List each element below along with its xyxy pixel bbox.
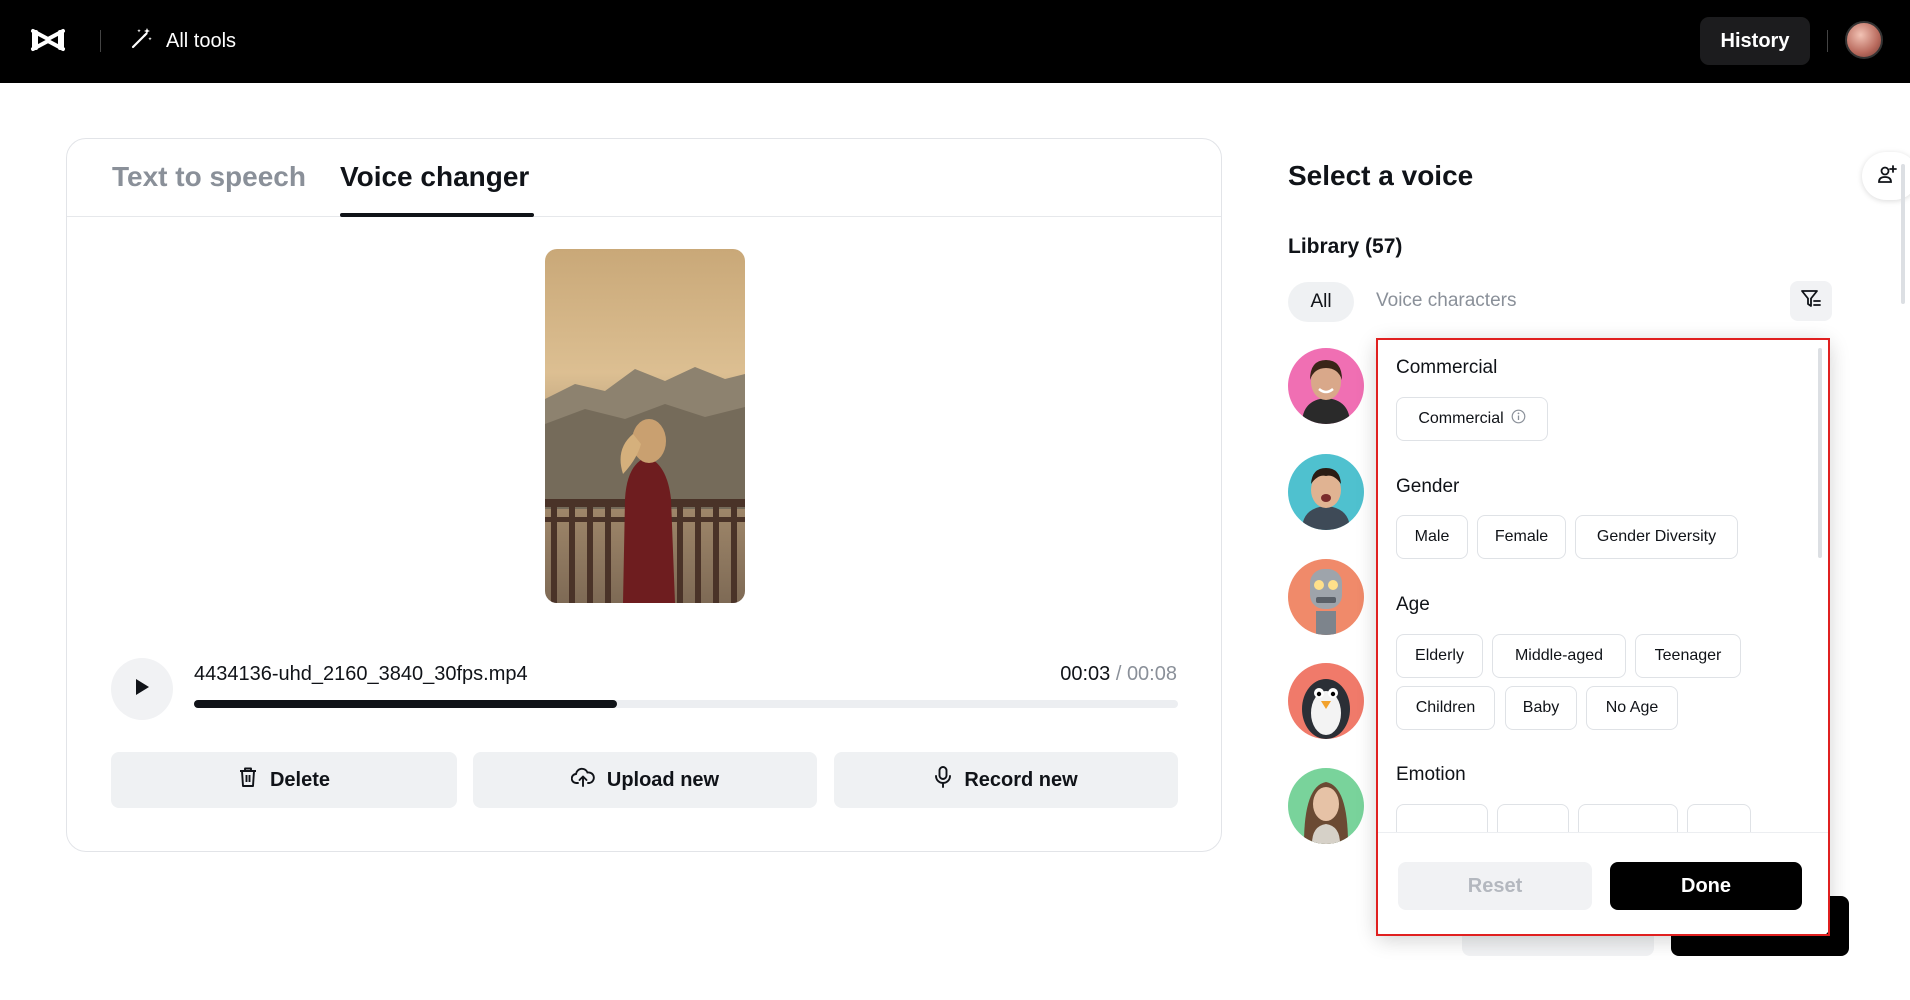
age-chip-middle-aged[interactable]: Middle-aged xyxy=(1492,634,1626,678)
popup-scrollbar[interactable] xyxy=(1818,348,1822,558)
done-button[interactable]: Done xyxy=(1610,862,1802,910)
gender-chip-male[interactable]: Male xyxy=(1396,515,1468,559)
upload-new-button[interactable]: Upload new xyxy=(473,752,817,808)
emotion-chip[interactable] xyxy=(1396,804,1488,832)
gender-group-title: Gender xyxy=(1396,476,1460,497)
filter-options-scroll-area[interactable]: Commercial Commercial Gender Male Female… xyxy=(1376,338,1830,832)
trash-icon xyxy=(238,766,258,794)
emotion-chip[interactable] xyxy=(1497,804,1569,832)
video-thumbnail xyxy=(545,249,745,603)
info-icon xyxy=(1511,409,1526,429)
cloud-upload-icon xyxy=(570,766,595,794)
timecode: 00:03 / 00:08 xyxy=(1060,663,1177,686)
play-icon xyxy=(133,677,151,702)
emotion-chip[interactable] xyxy=(1578,804,1678,832)
delete-label: Delete xyxy=(269,768,331,791)
library-heading: Library (57) xyxy=(1288,235,1403,258)
all-tools-label: All tools xyxy=(166,29,237,52)
user-avatar[interactable] xyxy=(1845,21,1883,59)
filter-button[interactable] xyxy=(1790,281,1832,321)
history-button[interactable]: History xyxy=(1700,17,1810,65)
commercial-chip[interactable]: Commercial xyxy=(1396,397,1548,441)
delete-button[interactable]: Delete xyxy=(111,752,457,808)
voice-avatar-man-surprised[interactable] xyxy=(1288,454,1364,530)
divider xyxy=(1827,30,1828,52)
user-upload-icon xyxy=(1876,163,1898,190)
all-tools-button[interactable]: All tools xyxy=(130,26,236,56)
playback-progress-bar[interactable] xyxy=(194,700,1178,708)
capcut-logo-icon[interactable] xyxy=(30,25,66,55)
popup-divider xyxy=(1376,832,1830,833)
record-new-label: Record new xyxy=(964,768,1078,791)
voice-avatar-woman-smiling[interactable] xyxy=(1288,348,1364,424)
total-time: 00:08 xyxy=(1126,663,1177,685)
voice-editor-card: Text to speech Voice changer 4434136-uhd… xyxy=(66,138,1222,852)
age-group-title: Age xyxy=(1396,594,1430,615)
current-time: 00:03 xyxy=(1060,663,1111,685)
progress-fill xyxy=(194,700,618,708)
age-chip-baby[interactable]: Baby xyxy=(1505,686,1577,730)
tab-voice-changer[interactable]: Voice changer xyxy=(340,161,529,193)
voice-avatar-robot[interactable] xyxy=(1288,559,1364,635)
gender-chip-gender-diversity[interactable]: Gender Diversity xyxy=(1575,515,1738,559)
age-chip-children[interactable]: Children xyxy=(1396,686,1495,730)
upload-new-label: Upload new xyxy=(606,768,720,791)
mode-tabs: Text to speech Voice changer xyxy=(67,139,1221,217)
filter-icon xyxy=(1800,288,1822,315)
tab-text-to-speech[interactable]: Text to speech xyxy=(112,161,306,193)
voice-filter-popup: Commercial Commercial Gender Male Female… xyxy=(1376,338,1830,936)
select-voice-title: Select a voice xyxy=(1288,160,1474,191)
voice-avatar-penguin[interactable] xyxy=(1288,663,1364,739)
top-bar: All tools History xyxy=(0,0,1910,83)
reset-button[interactable]: Reset xyxy=(1398,862,1592,910)
filter-chip-all[interactable]: All xyxy=(1288,282,1354,322)
emotion-group-title: Emotion xyxy=(1396,764,1466,785)
age-chip-elderly[interactable]: Elderly xyxy=(1396,634,1483,678)
filter-chip-voice-characters[interactable]: Voice characters xyxy=(1376,290,1516,312)
time-separator: / xyxy=(1110,663,1127,685)
page-scrollbar[interactable] xyxy=(1901,164,1905,304)
age-chip-no-age[interactable]: No Age xyxy=(1586,686,1678,730)
emotion-chip[interactable] xyxy=(1687,804,1751,832)
play-button[interactable] xyxy=(111,658,173,720)
magic-wand-icon xyxy=(130,26,154,56)
record-new-button[interactable]: Record new xyxy=(834,752,1178,808)
commercial-group-title: Commercial xyxy=(1396,357,1498,378)
active-tab-indicator xyxy=(340,213,534,217)
voice-avatar-woman-long-hair[interactable] xyxy=(1288,768,1364,844)
media-filename: 4434136-uhd_2160_3840_30fps.mp4 xyxy=(194,663,528,685)
gender-chip-female[interactable]: Female xyxy=(1477,515,1566,559)
microphone-icon xyxy=(934,765,952,795)
divider xyxy=(100,30,101,52)
age-chip-teenager[interactable]: Teenager xyxy=(1635,634,1741,678)
commercial-chip-label: Commercial xyxy=(1418,410,1504,427)
